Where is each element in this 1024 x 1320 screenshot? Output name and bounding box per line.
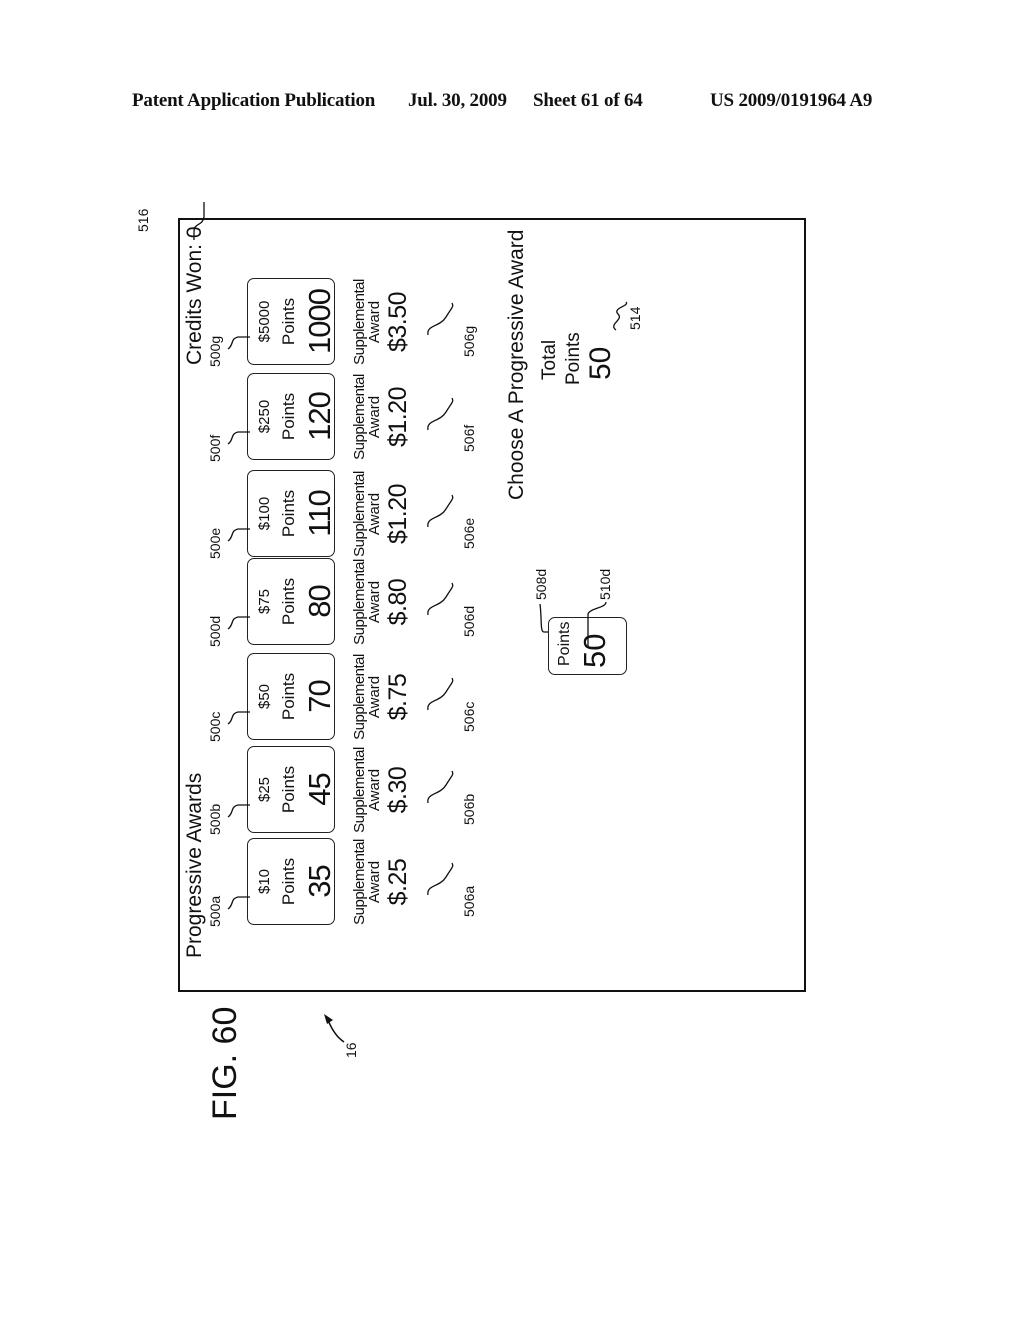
supplemental-leader <box>427 302 454 336</box>
credits-ref: 516 <box>135 208 151 232</box>
figure-ref-block: 16 <box>320 1010 370 1060</box>
header-date: Jul. 30, 2009 <box>408 90 507 111</box>
supplemental-leader <box>427 862 454 896</box>
supplemental-leader <box>427 494 454 528</box>
figure-label: FIG. 60 <box>206 1006 244 1120</box>
award-leader <box>227 804 250 818</box>
supplemental-leader <box>427 677 454 711</box>
award-leader <box>227 616 250 630</box>
header-sheet: Sheet 61 of 64 <box>533 90 643 111</box>
award-leader <box>227 336 250 350</box>
header-publication: Patent Application Publication <box>132 90 376 111</box>
figure-label-block: FIG. 60 <box>198 1006 258 1120</box>
award-leader <box>227 711 250 725</box>
supplemental-leader <box>427 770 454 804</box>
award-leader <box>227 431 250 445</box>
supplemental-leader <box>427 582 454 616</box>
figure-ref: 16 <box>343 1042 359 1058</box>
award-leader <box>227 896 250 910</box>
header-patent-number: US 2009/0191964 A9 <box>710 90 873 111</box>
screen-drawing: Progressive Awards Credits Won: 0 516 50… <box>135 202 806 992</box>
supplemental-leader <box>427 397 454 431</box>
award-leader <box>227 528 250 542</box>
leader-lines <box>193 202 628 910</box>
